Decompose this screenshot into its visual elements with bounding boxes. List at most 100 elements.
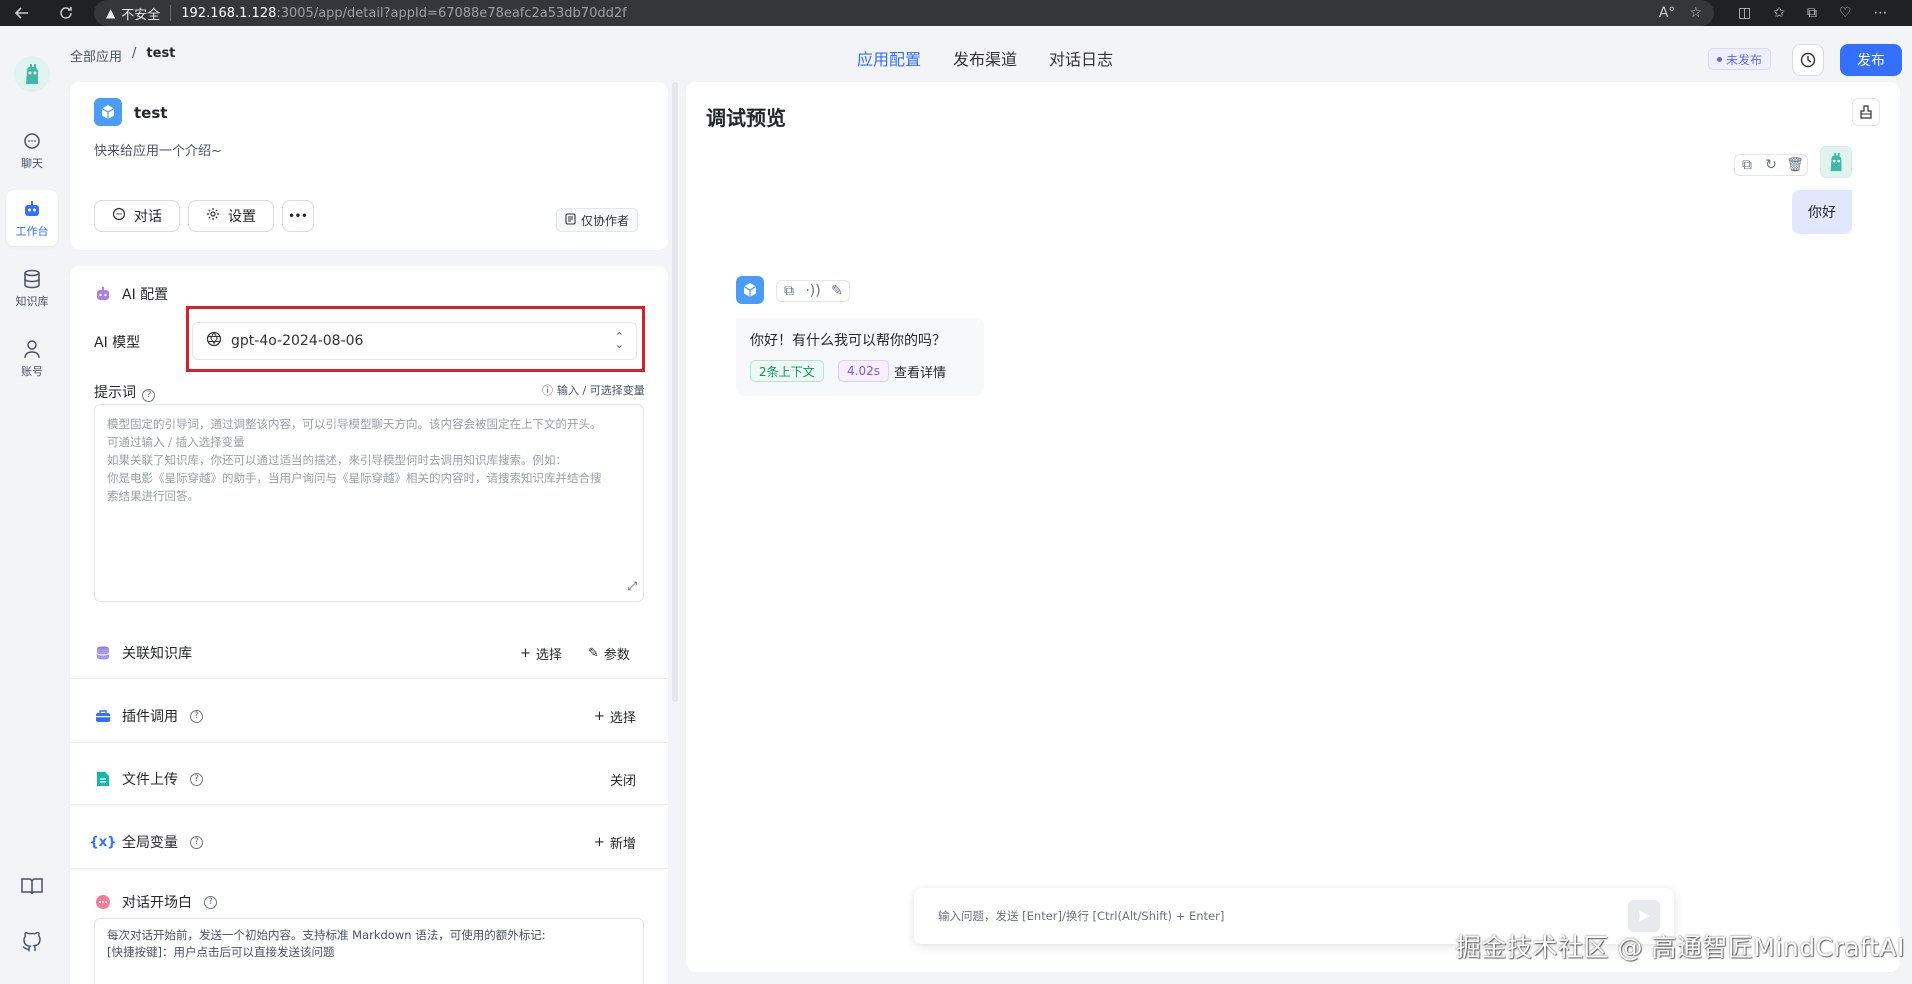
user-message: 你好 xyxy=(1792,190,1852,234)
debug-preview-card: 调试预览 ⧉ ↻ 🗑 你好 ⧉ ·)) ✎ 你好！有什么我可以帮你的吗？ 2条上… xyxy=(686,82,1900,972)
prompt-label: 提示词 ? xyxy=(94,382,156,402)
reload-icon[interactable] xyxy=(54,1,78,25)
tab-app-config[interactable]: 应用配置 xyxy=(857,46,921,70)
permission-label: 仅协作者 xyxy=(581,213,630,228)
header-tabs: 应用配置 发布渠道 对话日志 xyxy=(857,46,1113,70)
warning-icon: ▲ xyxy=(106,6,116,20)
help-icon[interactable]: ? xyxy=(190,835,203,849)
database-icon xyxy=(21,268,43,290)
nav-item-dataset[interactable]: 知识库 xyxy=(6,260,58,316)
prompt-hint: ⓘ 输入 / 可选择变量 xyxy=(542,384,645,397)
chat-button[interactable]: 对话 xyxy=(94,200,180,232)
highlight-box xyxy=(186,306,645,372)
nav-item-label: 知识库 xyxy=(15,294,49,308)
top-header: 全部应用 / test 应用配置 发布渠道 对话日志 未发布 发布 xyxy=(64,26,1912,84)
user-message-tools: ⧉ ↻ 🗑 xyxy=(1734,154,1808,176)
retry-icon[interactable]: ↻ xyxy=(1759,155,1783,175)
model-label: AI 模型 xyxy=(94,335,141,351)
app-logo-icon[interactable] xyxy=(14,56,50,92)
breadcrumb-root[interactable]: 全部应用 xyxy=(70,46,122,65)
nav-item-label: 工作台 xyxy=(15,224,49,238)
url-host: 192.168.1.128 xyxy=(181,5,277,21)
copy-icon[interactable]: ⧉ xyxy=(777,281,801,301)
status-badge: 未发布 xyxy=(1708,48,1772,70)
favorites-icon[interactable]: ✩ xyxy=(1773,5,1785,21)
tab-chat-logs[interactable]: 对话日志 xyxy=(1049,46,1113,70)
dataset-section-title: 关联知识库 xyxy=(94,643,192,663)
user-icon xyxy=(21,338,43,360)
file-icon xyxy=(94,770,112,788)
breadcrumb: 全部应用 / test xyxy=(70,46,175,65)
permission-button[interactable]: 仅协作者 xyxy=(556,208,639,232)
chat-icon xyxy=(21,130,43,152)
chat-button-label: 对话 xyxy=(134,209,162,225)
speaker-icon[interactable]: ·)) xyxy=(801,281,825,301)
help-icon[interactable]: ? xyxy=(190,709,203,723)
bot-message-tools: ⧉ ·)) ✎ xyxy=(776,280,850,302)
variables-section-title: {x} 全局变量 ? xyxy=(90,832,203,852)
left-navigation: 聊天 工作台 知识库 账号 xyxy=(0,26,64,984)
context-tag[interactable]: 2条上下文 xyxy=(750,360,824,382)
variable-add-button[interactable]: + 新增 xyxy=(594,833,636,852)
more-button[interactable]: ••• xyxy=(282,200,314,232)
breadcrumb-separator: / xyxy=(132,46,137,61)
help-icon[interactable]: ? xyxy=(204,895,217,909)
address-bar[interactable]: ▲ 不安全 192.168.1.128 :3005/app/detail?app… xyxy=(94,0,1714,26)
url-path: :3005/app/detail?appId=67088e78eafc2a53d… xyxy=(276,5,627,21)
settings-button-label: 设置 xyxy=(228,209,256,225)
github-icon[interactable] xyxy=(20,930,44,954)
file-upload-section-title: 文件上传 ? xyxy=(94,769,203,789)
nav-item-account[interactable]: 账号 xyxy=(6,330,58,386)
delete-icon[interactable]: 🗑 xyxy=(1783,155,1807,175)
dataset-select-button[interactable]: + 选择 xyxy=(520,644,562,663)
nav-item-workbench[interactable]: 工作台 xyxy=(6,190,58,246)
nav-item-label: 聊天 xyxy=(21,156,43,170)
clock-icon xyxy=(1800,52,1816,68)
toolbox-icon xyxy=(94,707,112,725)
settings-button[interactable]: 设置 xyxy=(188,200,274,232)
dataset-icon xyxy=(94,644,112,662)
welcome-section-title: 对话开场白 ? xyxy=(94,892,217,912)
watermark-text: 掘金技术社区 @ 高通智匠MindCraftAI xyxy=(1456,933,1905,962)
chat-input-placeholder: 输入问题，发送 [Enter]/换行 [Ctrl(Alt/Shift) + En… xyxy=(938,909,1225,923)
ai-config-title: AI 配置 xyxy=(94,284,168,304)
dataset-params-button[interactable]: ✎ 参数 xyxy=(588,644,630,663)
app-intro: 快来给应用一个介绍~ xyxy=(94,144,222,159)
more-menu-icon[interactable]: ⋯ xyxy=(1874,5,1888,21)
welcome-textarea[interactable]: 每次对话开始前，发送一个初始内容。支持标准 Markdown 语法，可使用的额外… xyxy=(94,918,644,984)
edit-icon: ✎ xyxy=(588,646,599,661)
prompt-textarea[interactable]: 模型固定的引导词，通过调整该内容，可以引导模型聊天方向。该内容会被固定在上下文的… xyxy=(94,404,644,602)
chat-bubble-icon xyxy=(112,207,126,225)
plugin-section-title: 插件调用 ? xyxy=(94,706,203,726)
copy-icon[interactable]: ⧉ xyxy=(1735,155,1759,175)
split-screen-icon[interactable]: ◫ xyxy=(1738,5,1751,21)
plugin-select-button[interactable]: + 选择 xyxy=(594,707,636,726)
ai-config-card: AI 配置 AI 模型 gpt-4o-2024-08-06 ⌃ ⌄ 提示词 ? ⓘ… xyxy=(70,266,668,984)
broom-icon xyxy=(1860,105,1872,119)
file-upload-status[interactable]: 关闭 xyxy=(610,770,636,789)
status-badge-label: 未发布 xyxy=(1726,52,1763,67)
collections-icon[interactable]: ⧉ xyxy=(1807,5,1817,21)
help-icon[interactable]: ? xyxy=(190,772,203,786)
edit-icon[interactable]: ✎ xyxy=(825,281,849,301)
user-avatar xyxy=(1820,146,1852,178)
history-button[interactable] xyxy=(1792,44,1824,76)
book-icon[interactable] xyxy=(20,874,44,898)
view-detail-button[interactable]: 查看详情 xyxy=(886,360,954,382)
expand-icon[interactable]: ⤢ xyxy=(627,577,637,595)
clear-chat-button[interactable] xyxy=(1852,98,1880,126)
config-scrollbar[interactable] xyxy=(672,82,678,702)
health-icon[interactable]: ♡ xyxy=(1839,5,1852,21)
doc-icon xyxy=(565,212,576,228)
insecure-label: 不安全 xyxy=(121,7,161,23)
back-icon[interactable] xyxy=(10,1,34,25)
read-aloud-icon[interactable]: A° xyxy=(1659,5,1676,21)
publish-button[interactable]: 发布 xyxy=(1840,44,1902,76)
help-icon[interactable]: ? xyxy=(142,388,156,402)
tab-publish-channel[interactable]: 发布渠道 xyxy=(953,46,1017,70)
bot-message: 你好！有什么我可以帮你的吗？ 2条上下文 4.02s 查看详情 xyxy=(736,318,984,396)
favorite-star-icon[interactable]: ☆ xyxy=(1689,5,1702,21)
browser-toolbar: ▲ 不安全 192.168.1.128 :3005/app/detail?app… xyxy=(0,0,1912,26)
info-icon: ⓘ xyxy=(542,384,553,397)
nav-item-chat[interactable]: 聊天 xyxy=(6,122,58,178)
